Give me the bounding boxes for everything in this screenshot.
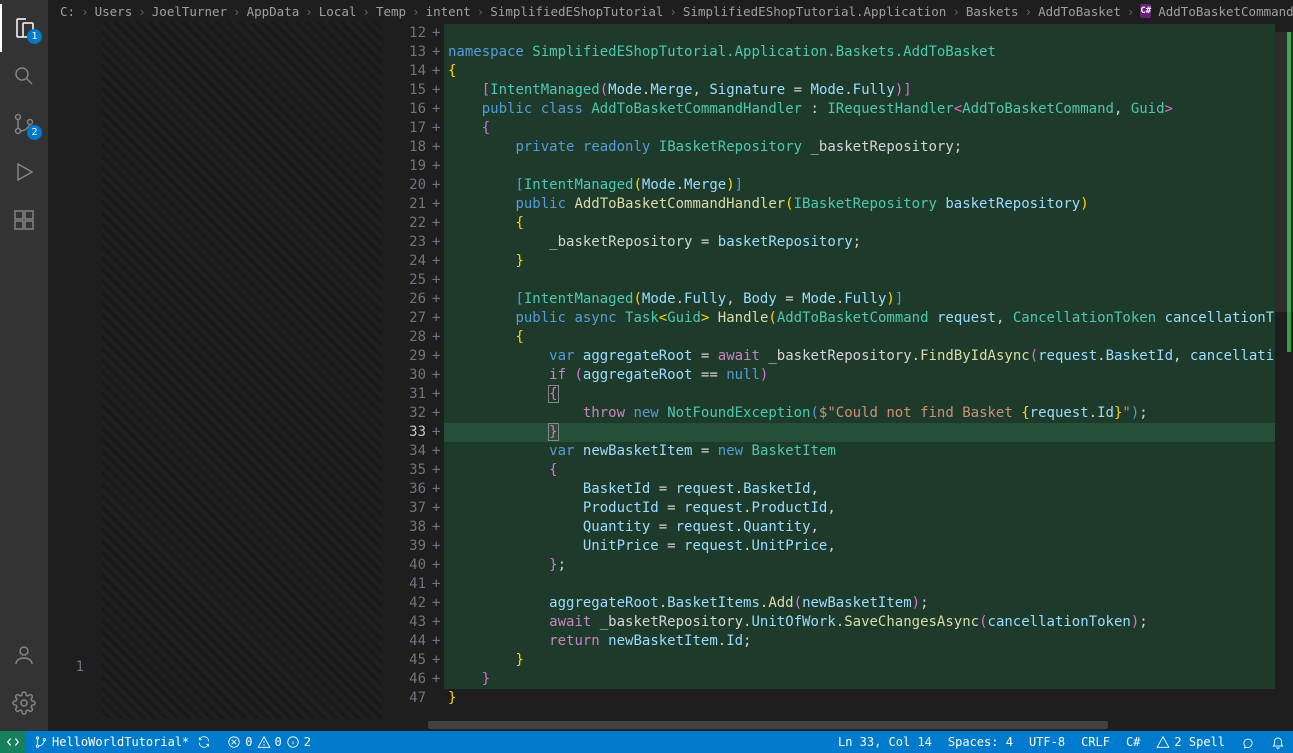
code-line[interactable]: [IntentManaged(Mode.Fully, Body = Mode.F… <box>444 290 1275 309</box>
search-icon[interactable] <box>0 52 48 100</box>
chevron-right-icon: › <box>362 4 370 19</box>
code-line[interactable]: } <box>444 651 1275 670</box>
csharp-file-icon: C# <box>1140 4 1151 18</box>
code-line[interactable] <box>444 24 1275 43</box>
remote-indicator[interactable] <box>0 731 26 753</box>
breadcrumb-segment[interactable]: SimplifiedEShopTutorial.Application <box>683 4 946 19</box>
breadcrumb-segment[interactable]: C: <box>60 4 75 19</box>
chevron-right-icon: › <box>669 4 677 19</box>
code-line[interactable]: } <box>444 670 1275 689</box>
source-control-icon[interactable]: 2 <box>0 100 48 148</box>
code-line[interactable]: aggregateRoot.BasketItems.Add(newBasketI… <box>444 594 1275 613</box>
gutter-line-numbers: 1213141516171819202122232425262728293031… <box>382 22 432 719</box>
horizontal-scrollbar[interactable] <box>48 719 1293 731</box>
code-line[interactable]: var aggregateRoot = await _basketReposit… <box>444 347 1275 366</box>
cursor-position[interactable]: Ln 33, Col 14 <box>830 731 940 753</box>
eol[interactable]: CRLF <box>1073 731 1118 753</box>
feedback-icon[interactable] <box>1233 731 1263 753</box>
left-diff-pane: 1 <box>48 22 102 719</box>
chevron-right-icon: › <box>81 4 89 19</box>
extensions-icon[interactable] <box>0 196 48 244</box>
problems-status[interactable]: 0 0 2 <box>219 731 319 753</box>
code-line[interactable] <box>444 575 1275 594</box>
code-line[interactable]: public class AddToBasketCommandHandler :… <box>444 100 1275 119</box>
run-debug-icon[interactable] <box>0 148 48 196</box>
sync-icon[interactable] <box>197 735 211 749</box>
breadcrumb-segment[interactable]: Temp <box>376 4 406 19</box>
breadcrumb-segment[interactable]: JoelTurner <box>152 4 227 19</box>
code-lines[interactable]: namespace SimplifiedEShopTutorial.Applic… <box>444 22 1275 719</box>
settings-gear-icon[interactable] <box>0 679 48 727</box>
gutter-diff-markers: +++++++++++++++++++++++++++++++++++ <box>432 22 444 719</box>
code-line[interactable]: public async Task<Guid> Handle(AddToBask… <box>444 309 1275 328</box>
chevron-right-icon: › <box>138 4 146 19</box>
code-line[interactable]: Quantity = request.Quantity, <box>444 518 1275 537</box>
code-line[interactable]: { <box>444 214 1275 233</box>
code-line[interactable] <box>444 271 1275 290</box>
scm-badge: 2 <box>27 125 42 140</box>
activity-bar: 1 2 <box>0 0 48 731</box>
minimap[interactable] <box>1275 22 1293 719</box>
git-branch[interactable]: HelloWorldTutorial* <box>26 731 219 753</box>
code-line[interactable]: { <box>444 385 1275 404</box>
code-line[interactable]: [IntentManaged(Mode.Merge, Signature = M… <box>444 81 1275 100</box>
code-line[interactable]: ProductId = request.ProductId, <box>444 499 1275 518</box>
chevron-right-icon: › <box>1025 4 1033 19</box>
code-line[interactable]: { <box>444 62 1275 81</box>
spell-status[interactable]: 2 Spell <box>1148 731 1233 753</box>
code-line[interactable] <box>444 157 1275 176</box>
code-line[interactable]: [IntentManaged(Mode.Merge)] <box>444 176 1275 195</box>
code-line[interactable]: { <box>444 328 1275 347</box>
explorer-icon[interactable]: 1 <box>0 4 48 52</box>
explorer-badge: 1 <box>27 29 42 44</box>
code-line[interactable]: { <box>444 461 1275 480</box>
notifications-bell-icon[interactable] <box>1263 731 1293 753</box>
breadcrumb-segment[interactable]: Users <box>95 4 133 19</box>
code-line[interactable]: } <box>444 423 1275 442</box>
breadcrumb-segment[interactable]: Baskets <box>966 4 1019 19</box>
chevron-right-icon: › <box>1127 4 1135 19</box>
code-editor[interactable]: 1213141516171819202122232425262728293031… <box>382 22 1293 719</box>
breadcrumb-segment[interactable]: Local <box>319 4 357 19</box>
code-line[interactable]: BasketId = request.BasketId, <box>444 480 1275 499</box>
code-line[interactable]: }; <box>444 556 1275 575</box>
left-gutter-line: 1 <box>48 658 102 719</box>
code-line[interactable]: private readonly IBasketRepository _bask… <box>444 138 1275 157</box>
chevron-right-icon: › <box>233 4 241 19</box>
code-line[interactable]: _basketRepository = basketRepository; <box>444 233 1275 252</box>
code-line[interactable]: UnitPrice = request.UnitPrice, <box>444 537 1275 556</box>
chevron-right-icon: › <box>952 4 960 19</box>
indentation[interactable]: Spaces: 4 <box>940 731 1021 753</box>
status-bar: HelloWorldTutorial* 0 0 2 Ln 33, Col 14 … <box>0 731 1293 753</box>
chevron-right-icon: › <box>477 4 485 19</box>
chevron-right-icon: › <box>412 4 420 19</box>
code-line[interactable]: await _basketRepository.UnitOfWork.SaveC… <box>444 613 1275 632</box>
breadcrumb-segment[interactable]: AddToBasket <box>1038 4 1121 19</box>
code-line[interactable]: { <box>444 119 1275 138</box>
language-mode[interactable]: C# <box>1118 731 1148 753</box>
diff-hatch-strip <box>102 22 382 719</box>
code-line[interactable]: if (aggregateRoot == null) <box>444 366 1275 385</box>
breadcrumb[interactable]: C: › Users › JoelTurner › AppData › Local › Temp › i… <box>48 0 1293 22</box>
code-line[interactable]: return newBasketItem.Id; <box>444 632 1275 651</box>
branch-name: HelloWorldTutorial* <box>52 735 189 749</box>
code-line[interactable]: namespace SimplifiedEShopTutorial.Applic… <box>444 43 1275 62</box>
breadcrumb-file[interactable]: AddToBasketCommandHandler.cs <box>1158 4 1293 19</box>
code-line[interactable]: public AddToBasketCommandHandler(IBasket… <box>444 195 1275 214</box>
code-line[interactable]: var newBasketItem = new BasketItem <box>444 442 1275 461</box>
chevron-right-icon: › <box>305 4 313 19</box>
accounts-icon[interactable] <box>0 631 48 679</box>
code-line[interactable]: throw new NotFoundException($"Could not … <box>444 404 1275 423</box>
breadcrumb-segment[interactable]: intent <box>426 4 471 19</box>
code-line[interactable]: } <box>444 252 1275 271</box>
breadcrumb-segment[interactable]: AppData <box>247 4 300 19</box>
code-line[interactable]: } <box>444 689 1275 708</box>
breadcrumb-segment[interactable]: SimplifiedEShopTutorial <box>490 4 663 19</box>
encoding[interactable]: UTF-8 <box>1021 731 1073 753</box>
